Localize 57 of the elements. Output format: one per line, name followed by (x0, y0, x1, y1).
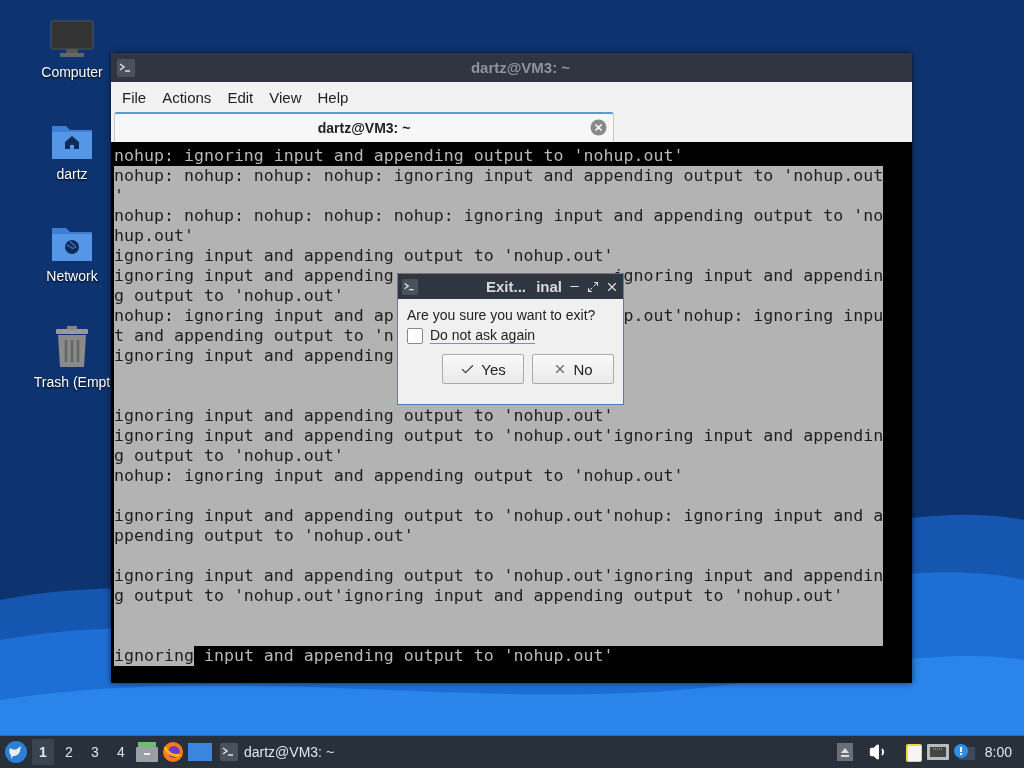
file-cabinet-icon[interactable] (136, 742, 158, 762)
workspace-button[interactable]: 2 (58, 739, 80, 765)
workspace-button[interactable]: 3 (84, 739, 106, 765)
eject-icon[interactable] (836, 743, 853, 761)
desktop-icon-label: Network (46, 268, 98, 284)
terminal-icon (220, 743, 238, 761)
terminal-icon (402, 278, 418, 295)
menu-item[interactable]: Help (309, 88, 357, 106)
terminal-line: ignoring input and appending output to 'nohup.out'ignoring input and appendin (114, 426, 884, 446)
terminal-line: t and appending output to 'n (114, 326, 394, 346)
terminal-line: g output to 'nohup.out'ignoring input and appending output to 'nohup.out' (114, 586, 844, 606)
start-menu-icon[interactable] (4, 740, 28, 764)
checkbox-label[interactable]: Do not ask again (430, 327, 536, 344)
no-button[interactable]: No (532, 354, 614, 384)
terminal-line: input and appending output to 'nohup.out' (203, 646, 614, 666)
checkbox[interactable] (407, 327, 423, 344)
menu-item[interactable]: View (261, 88, 310, 106)
menu-item[interactable]: Edit (219, 88, 262, 106)
workspace-button[interactable]: 4 (110, 739, 132, 765)
terminal-line: p.out'nohup: ignoring inpu (623, 306, 884, 326)
notification-icon[interactable] (952, 743, 975, 761)
terminal-line: nohup: ignoring input and appending output to 'nohup.out' (114, 466, 684, 486)
terminal-line: nohup: ignoring input and ap (114, 306, 394, 326)
menu-item[interactable]: File (114, 88, 155, 106)
terminal-icon (117, 58, 135, 77)
selected-text: ignoring (114, 646, 194, 666)
terminal-line: nohup: nohup: nohup: nohup: ignoring input and appending output to 'nohup.out (114, 166, 884, 186)
yes-button[interactable]: Yes (442, 354, 524, 384)
clipboard-icon[interactable] (904, 742, 923, 762)
terminal-line: ignoring input and appending (114, 346, 394, 366)
maximize-icon[interactable] (587, 280, 599, 293)
terminal-line: g output to 'nohup.out' (114, 446, 344, 466)
terminal-line: ' (114, 186, 124, 206)
workspace-button[interactable]: 1 (32, 739, 54, 765)
dialog-title: Exit... inal (484, 278, 562, 295)
terminal-line: hup.out' (114, 226, 194, 246)
browser-icon[interactable] (162, 741, 184, 763)
terminal-line: ignoring input and appending output to 'nohup.out' (114, 246, 614, 266)
trash-icon[interactable] (54, 326, 90, 368)
terminal-line: ignoring input and appending (114, 266, 394, 286)
window-title: dartz@VM3: ~ (469, 59, 572, 76)
desktop-icon-label: Trash (Empt (33, 374, 111, 390)
clock[interactable]: 8:00 (984, 744, 1012, 760)
terminal-line: ignoring input and appending output to 'nohup.out'ignoring input and appendin (114, 566, 884, 586)
terminal-line: nohup: nohup: nohup: nohup: nohup: ignoring input and appending output to 'no (114, 206, 884, 226)
terminal-line: ignoring input and appending output to 'nohup.out' (114, 406, 614, 426)
dialog-message: Are you sure you want to exit? (407, 307, 597, 323)
desktop-icon-label: dartz (56, 166, 88, 182)
network-icon[interactable] (926, 743, 949, 761)
terminal-line: ppending output to 'nohup.out' (114, 526, 414, 546)
desktop-icon-label: Computer (41, 64, 103, 80)
terminal-line: g output to 'nohup.out' (114, 286, 344, 306)
terminal-line: ignoring input and appending output to 'nohup.out'nohup: ignoring input and a (114, 506, 884, 526)
tab[interactable]: dartz@VM3: ~ (114, 112, 614, 142)
taskbar-task[interactable]: dartz@VM3: ~ (216, 738, 339, 766)
menu-item[interactable]: Actions (154, 88, 220, 106)
terminal-line: nohup: ignoring input and appending output to 'nohup.out' (114, 146, 684, 166)
